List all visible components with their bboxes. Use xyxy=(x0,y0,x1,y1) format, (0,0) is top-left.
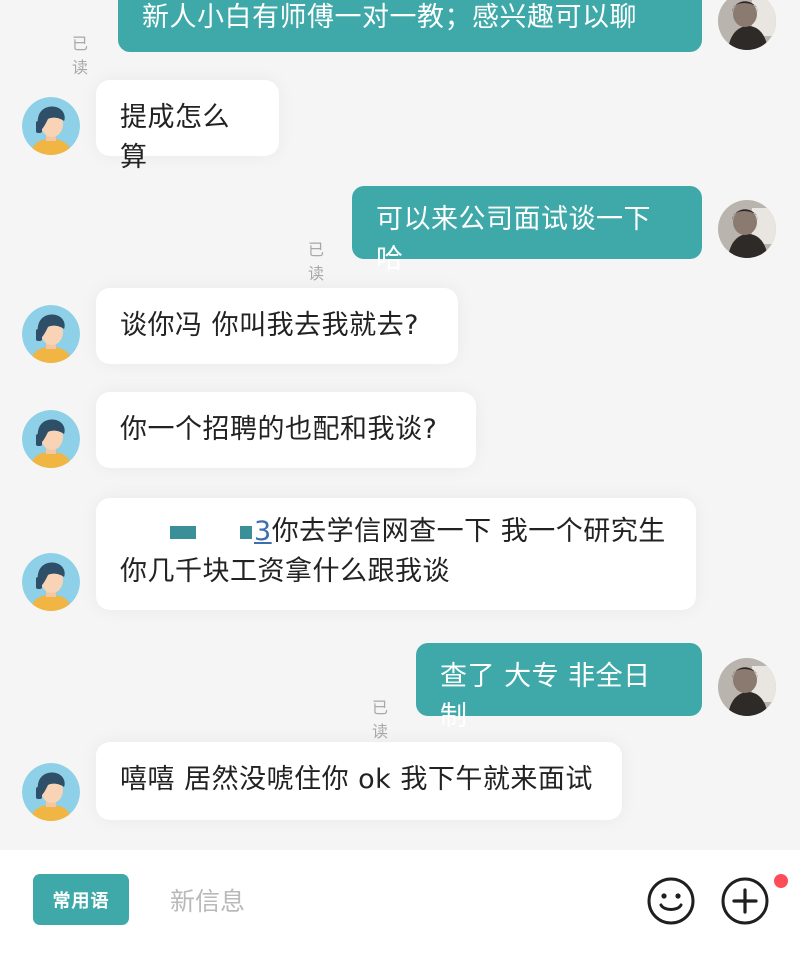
message-bubble[interactable]: 提成怎么算 xyxy=(96,80,279,173)
message-text: 你去学信网查一下 我一个研究生 xyxy=(271,516,666,547)
plus-circle-icon[interactable] xyxy=(720,876,770,926)
message-bubble[interactable]: 谈你冯 你叫我去我就去? xyxy=(96,288,458,364)
message-text: 可以来公司面试谈一下哈 xyxy=(376,204,651,275)
self-avatar[interactable] xyxy=(718,0,776,50)
smiley-face-icon[interactable] xyxy=(646,876,696,926)
message-text: 你几千块工资拿什么跟我谈 xyxy=(120,556,450,587)
message-text: 嘻嘻 居然没唬住你 ok 我下午就来面试 xyxy=(120,764,593,795)
message-glyph: 3 xyxy=(254,516,272,547)
message-text: 提成怎么算 xyxy=(120,102,230,173)
message-text: 谈你冯 你叫我去我就去? xyxy=(120,310,419,341)
redaction-mark xyxy=(240,526,252,539)
self-avatar[interactable] xyxy=(718,658,776,716)
message-bubble[interactable]: 3你去学信网查一下 我一个研究生 你几千块工资拿什么跟我谈 xyxy=(96,498,696,610)
message-bubble[interactable]: 新人小白有师傅一对一教；感兴趣可以聊 xyxy=(118,0,702,52)
contact-avatar[interactable] xyxy=(22,410,80,468)
chat-message-list[interactable]: 已读 新人小白有师傅一对一教；感兴趣可以聊 提成怎么算 已读 可以来公司面试谈一… xyxy=(0,0,800,850)
message-input-bar: 常用语 xyxy=(0,850,800,968)
message-input[interactable] xyxy=(148,876,618,926)
message-text: 新人小白有师傅一对一教；感兴趣可以聊 xyxy=(142,2,637,33)
contact-avatar[interactable] xyxy=(22,763,80,821)
redaction-mark xyxy=(170,526,196,539)
read-receipt: 已读 xyxy=(372,698,389,741)
read-receipt: 已读 xyxy=(72,34,89,77)
message-bubble[interactable]: 可以来公司面试谈一下哈 xyxy=(352,186,702,275)
message-line: 你几千块工资拿什么跟我谈 xyxy=(120,552,672,592)
message-line: 3你去学信网查一下 我一个研究生 xyxy=(120,512,672,552)
message-text: 你一个招聘的也配和我谈? xyxy=(120,414,438,445)
message-bubble[interactable]: 你一个招聘的也配和我谈? xyxy=(96,392,476,468)
read-receipt: 已读 xyxy=(308,240,325,283)
quick-phrases-button[interactable]: 常用语 xyxy=(33,874,129,925)
message-bubble[interactable]: 查了 大专 非全日制 xyxy=(416,643,702,732)
contact-avatar[interactable] xyxy=(22,553,80,611)
self-avatar[interactable] xyxy=(718,200,776,258)
message-bubble[interactable]: 嘻嘻 居然没唬住你 ok 我下午就来面试 xyxy=(96,742,622,820)
notification-dot xyxy=(774,874,788,888)
contact-avatar[interactable] xyxy=(22,305,80,363)
message-text: 查了 大专 非全日制 xyxy=(440,661,651,732)
contact-avatar[interactable] xyxy=(22,97,80,155)
